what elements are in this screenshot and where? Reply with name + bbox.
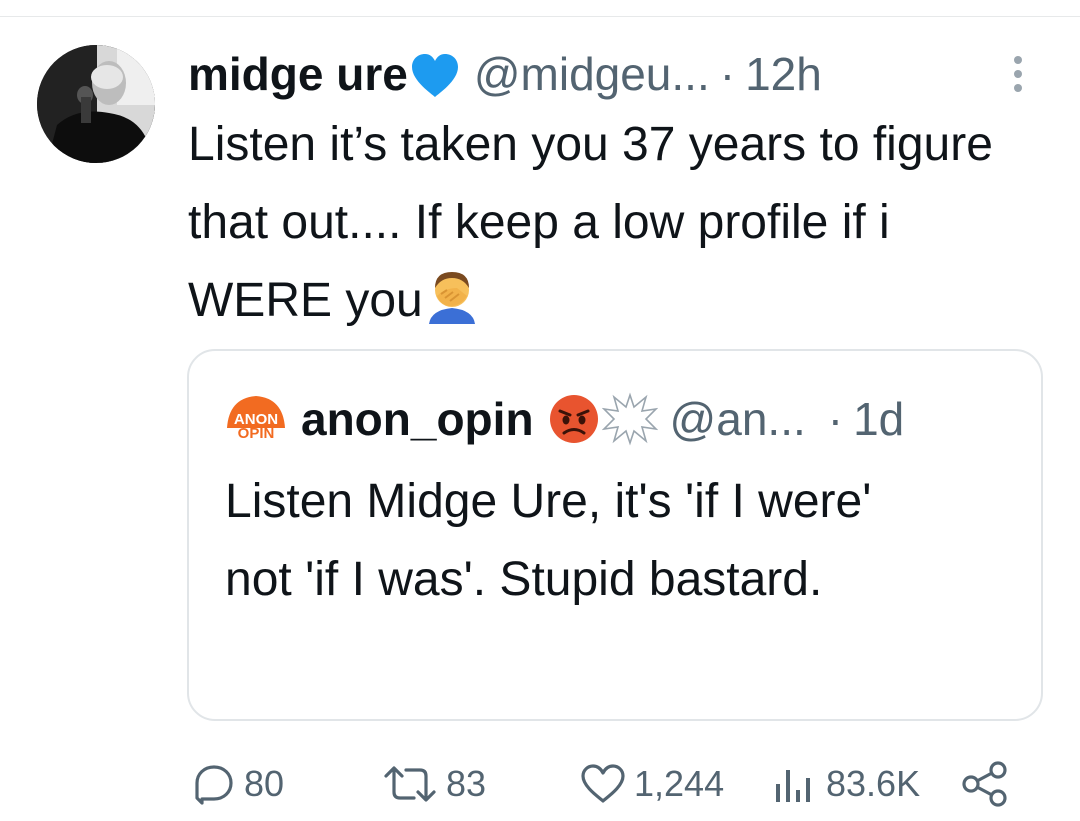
- like-button[interactable]: 1,244: [580, 756, 724, 812]
- face-palm-emoji-icon: [423, 266, 481, 324]
- avatar[interactable]: [37, 45, 155, 163]
- action-bar: 80 83 1,244 83.6K: [0, 756, 1080, 812]
- views-button[interactable]: 83.6K: [770, 756, 920, 812]
- tweet-text: Listen it’s taken you 37 years to figure…: [188, 106, 1038, 340]
- anger-symbol-emoji-icon: [601, 391, 658, 447]
- quote-header: ANON OPIN anon_opin @an... · 1d: [225, 387, 904, 451]
- heart-icon: [581, 764, 625, 803]
- quote-avatar-line2: OPIN: [238, 425, 275, 442]
- handle[interactable]: @midgeu...: [474, 42, 710, 106]
- reply-count: 80: [244, 763, 285, 804]
- reply-icon: [195, 765, 233, 805]
- verified-heart-icon: [410, 51, 460, 97]
- quote-text: Listen Midge Ure, it's 'if I were' not '…: [225, 475, 872, 606]
- quote-display-name[interactable]: anon_opin: [301, 392, 534, 446]
- retweet-button[interactable]: 83: [382, 756, 486, 812]
- separator-dot: ·: [719, 48, 736, 100]
- like-count: 1,244: [634, 763, 725, 804]
- share-icon: [962, 761, 1007, 807]
- views-count: 83.6K: [826, 763, 921, 804]
- retweet-icon: [384, 766, 436, 802]
- views-chart-icon: [776, 770, 810, 802]
- quote-avatar[interactable]: ANON OPIN: [225, 388, 287, 450]
- quoted-tweet-card[interactable]: ANON OPIN anon_opin @an... · 1d Listen M…: [187, 349, 1043, 721]
- quote-timestamp[interactable]: 1d: [853, 392, 904, 446]
- share-button[interactable]: [960, 756, 1018, 812]
- more-options-icon[interactable]: [1008, 54, 1028, 94]
- reply-button[interactable]: 80: [192, 756, 284, 812]
- quote-separator-dot: ·: [827, 393, 844, 445]
- tweet-header: midge ure @midgeu... · 12h: [188, 42, 822, 106]
- retweet-count: 83: [446, 763, 487, 804]
- angry-face-emoji-icon: [548, 393, 600, 445]
- top-divider: [0, 16, 1080, 17]
- quote-handle[interactable]: @an...: [670, 392, 806, 446]
- display-name[interactable]: midge ure: [188, 42, 408, 106]
- timestamp[interactable]: 12h: [745, 42, 822, 106]
- tweet-body: Listen it’s taken you 37 years to figure…: [188, 118, 993, 327]
